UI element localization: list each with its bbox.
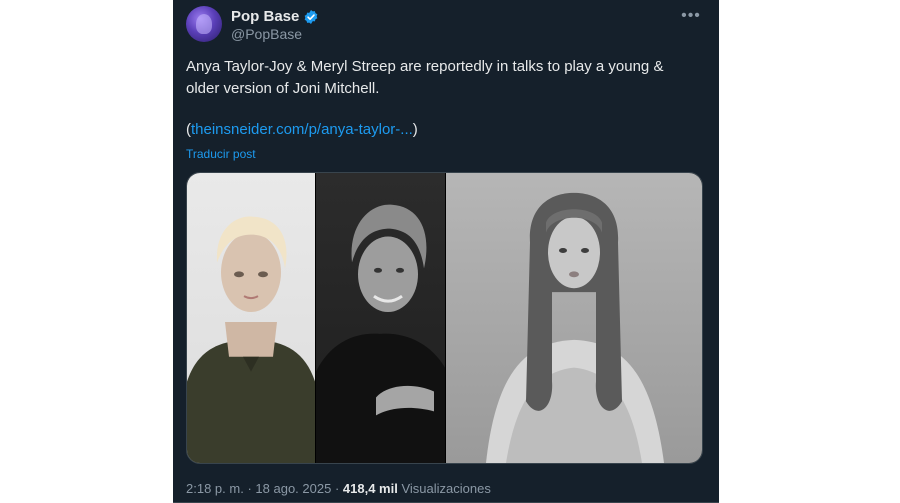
meta-separator: ·: [334, 481, 340, 496]
photo-meryl-streep[interactable]: [316, 173, 445, 463]
author-display-name[interactable]: Pop Base: [231, 8, 299, 25]
avatar[interactable]: [186, 6, 222, 42]
photo-joni-mitchell[interactable]: [446, 173, 702, 463]
author-handle[interactable]: @PopBase: [231, 26, 302, 42]
post-card: Pop Base @PopBase ••• Anya Taylor-Joy & …: [173, 0, 719, 503]
link-close-paren: ): [412, 121, 418, 138]
post-text-line-1: Anya Taylor-Joy & Meryl Streep are repor…: [186, 58, 664, 75]
more-icon[interactable]: •••: [679, 6, 703, 26]
post-text-line-2: older version of Joni Mitchell.: [186, 80, 380, 97]
post-media[interactable]: [186, 172, 703, 464]
verified-badge-icon: [303, 9, 319, 25]
post-link[interactable]: theinsneider.com/p/anya-taylor-...: [191, 121, 413, 138]
translate-post-button[interactable]: Traducir post: [186, 147, 256, 161]
avatar-logo: [196, 14, 212, 34]
meta-separator: ·: [247, 481, 252, 496]
post-text: Anya Taylor-Joy & Meryl Streep are repor…: [186, 56, 706, 100]
post-date[interactable]: 18 ago. 2025: [255, 481, 331, 496]
post-time[interactable]: 2:18 p. m.: [186, 481, 244, 496]
views-label: Visualizaciones: [401, 481, 491, 496]
post-header: Pop Base @PopBase •••: [186, 6, 705, 44]
photo-anya-taylor-joy[interactable]: [187, 173, 315, 463]
post-meta: 2:18 p. m. · 18 ago. 2025 · 418,4 mil Vi…: [186, 481, 491, 496]
author-name-row: Pop Base: [231, 8, 319, 25]
views-count: 418,4 mil: [342, 481, 398, 496]
post-link-line: (theinsneider.com/p/anya-taylor-...): [186, 121, 418, 138]
